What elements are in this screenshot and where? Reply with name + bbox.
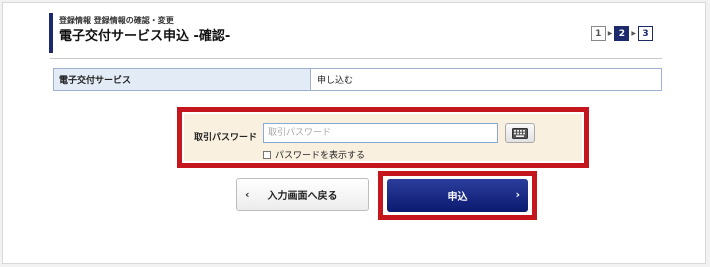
show-password-label: パスワードを表示する <box>275 151 366 161</box>
password-input[interactable] <box>263 123 498 143</box>
main-panel: 登録情報 登録情報の確認・変更 電子交付サービス申込 -確認- 1 ▶ 2 ▶ … <box>2 2 706 264</box>
back-button-label: 入力画面へ戻る <box>267 191 338 202</box>
apply-button[interactable]: 申込 › <box>387 179 528 212</box>
info-table-value: 申し込む <box>311 69 661 90</box>
password-section: 取引パスワード パスワードを表示する <box>184 114 582 161</box>
chevron-left-icon: ‹ <box>245 188 250 201</box>
page-title: 電子交付サービス申込 -確認- <box>59 29 231 44</box>
apply-highlight-frame: 申込 › <box>378 171 537 220</box>
info-table-key: 電子交付サービス <box>54 69 311 90</box>
step-2-current: 2 <box>614 26 630 41</box>
step-3: 3 <box>638 26 653 41</box>
info-table: 電子交付サービス 申し込む <box>53 68 662 91</box>
divider <box>50 58 662 59</box>
show-password-checkbox[interactable]: パスワードを表示する <box>263 148 365 161</box>
keyboard-icon <box>512 127 528 139</box>
page-header: 登録情報 登録情報の確認・変更 電子交付サービス申込 -確認- <box>49 13 659 53</box>
checkbox-box[interactable] <box>263 150 271 159</box>
back-to-input-button[interactable]: ‹ 入力画面へ戻る <box>236 178 369 211</box>
step-indicator: 1 ▶ 2 ▶ 3 <box>590 26 653 41</box>
breadcrumb: 登録情報 登録情報の確認・変更 <box>59 16 174 25</box>
step-1: 1 <box>590 26 606 41</box>
step-arrow-icon: ▶ <box>607 30 613 37</box>
software-keyboard-button[interactable] <box>505 123 535 143</box>
step-arrow-icon: ▶ <box>631 30 636 37</box>
password-highlight-frame: 取引パスワード パスワードを表示する <box>177 107 589 168</box>
apply-button-label: 申込 <box>447 192 468 203</box>
password-label: 取引パスワード <box>194 133 258 143</box>
chevron-right-icon: › <box>515 188 520 201</box>
